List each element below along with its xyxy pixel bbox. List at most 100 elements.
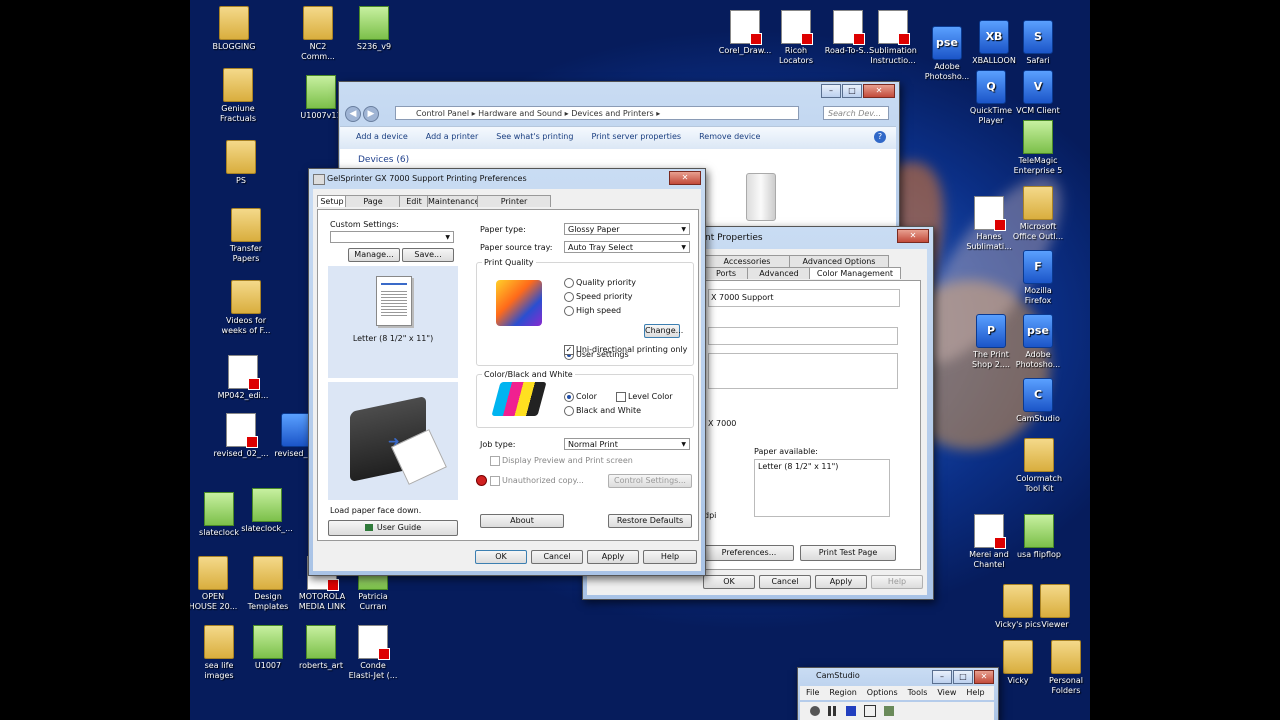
desktop-icon-sublimation-instructio[interactable]: Sublimation Instructio... <box>862 10 924 66</box>
close-icon[interactable]: ✕ <box>974 670 994 684</box>
comment-field[interactable] <box>708 353 898 389</box>
tab-accessories[interactable]: Accessories <box>703 255 791 267</box>
forward-button[interactable]: ▶ <box>363 106 379 122</box>
record-icon[interactable] <box>810 706 820 716</box>
tab-printer-configuration[interactable]: Printer Configuration <box>477 195 551 217</box>
desktop-icon-revised-02[interactable]: revised_02_... <box>210 413 272 459</box>
back-button[interactable]: ◀ <box>345 106 361 122</box>
user-guide-button[interactable]: User Guide <box>328 520 458 536</box>
location-field[interactable] <box>708 327 898 345</box>
printer-device-icon[interactable] <box>746 173 776 221</box>
desktop-icon-videos-for-weeks-of-f[interactable]: Videos for weeks of F... <box>215 280 277 336</box>
tab-setup[interactable]: Setup <box>317 195 347 207</box>
unauthorized-copy-checkbox[interactable] <box>490 476 500 486</box>
props-cancel-button[interactable]: Cancel <box>759 575 811 589</box>
job-type-combo[interactable]: Normal Print ▼ <box>564 438 690 450</box>
camstudio-menu-help[interactable]: Help <box>966 686 984 700</box>
printer-name-field[interactable]: X 7000 Support <box>708 289 900 307</box>
options-icon[interactable] <box>884 706 894 716</box>
minimize-icon[interactable]: – <box>821 84 841 98</box>
quality-radio-quality-priority[interactable] <box>564 278 574 288</box>
props-apply-button[interactable]: Apply <box>815 575 867 589</box>
desktop-icon-geniune-fractuals[interactable]: Geniune Fractuals <box>207 68 269 124</box>
tab-ports[interactable]: Ports <box>703 267 749 279</box>
camstudio-menu-tools[interactable]: Tools <box>908 686 928 700</box>
breadcrumb-item-devices-and-printers[interactable]: Devices and Printers <box>571 109 653 118</box>
color-radio[interactable] <box>564 392 574 402</box>
quality-radio-speed-priority[interactable] <box>564 292 574 302</box>
stop-icon[interactable] <box>846 706 856 716</box>
paper-type-combo[interactable]: Glossy Paper ▼ <box>564 223 690 235</box>
save-button[interactable]: Save... <box>402 248 454 262</box>
breadcrumb-item-control-panel[interactable]: Control Panel <box>416 109 469 118</box>
tab-color-management[interactable]: Color Management <box>809 267 901 279</box>
desktop-icon-camstudio[interactable]: C CamStudio <box>1007 378 1069 424</box>
region-icon[interactable] <box>864 705 876 717</box>
camstudio-menu-options[interactable]: Options <box>867 686 898 700</box>
prefs-help-button[interactable]: Help <box>643 550 697 564</box>
prefs-ok-button[interactable]: OK <box>475 550 527 564</box>
manage-button[interactable]: Manage... <box>348 248 400 262</box>
display-preview-checkbox[interactable] <box>490 456 500 466</box>
camstudio-window[interactable]: CamStudio – □ ✕ File Region Options Tools Vi… <box>797 667 999 720</box>
prefs-apply-button[interactable]: Apply <box>587 550 639 564</box>
desktop-icon-microsoft-office-outl[interactable]: Microsoft Office Outl... <box>1007 186 1069 242</box>
tab-advanced[interactable]: Advanced <box>747 267 811 279</box>
desktop-icon-ps[interactable]: PS <box>210 140 272 186</box>
toolbar-add-a-printer-button[interactable]: Add a printer <box>426 132 478 141</box>
desktop-icon-viewer[interactable]: Viewer <box>1024 584 1086 630</box>
props-ok-button[interactable]: OK <box>703 575 755 589</box>
print-test-page-button[interactable]: Print Test Page <box>800 545 896 561</box>
unidirectional-checkbox[interactable]: ✓ <box>564 345 574 355</box>
desktop-icon-slateclock[interactable]: slateclock_... <box>236 488 298 534</box>
desktop-icon-adobe-photosho[interactable]: pse Adobe Photosho... <box>1007 314 1069 370</box>
paper-source-combo[interactable]: Auto Tray Select ▼ <box>564 241 690 253</box>
about-button[interactable]: About <box>480 514 564 528</box>
desktop-icon-conde-elasti-jet[interactable]: Conde Elasti-Jet (... <box>342 625 404 681</box>
camstudio-menu-region[interactable]: Region <box>829 686 856 700</box>
paper-available-list[interactable]: Letter (8 1/2" x 11") <box>754 459 890 517</box>
desktop-icon-mp042-edi[interactable]: MP042_edi... <box>212 355 274 401</box>
toolbar-print-server-properties-button[interactable]: Print server properties <box>591 132 681 141</box>
address-bar[interactable]: Control Panel ▸ Hardware and Sound ▸ Dev… <box>395 106 799 120</box>
breadcrumb-item-hardware-and-sound[interactable]: Hardware and Sound <box>478 109 562 118</box>
maximize-icon[interactable]: □ <box>953 670 973 684</box>
change-button[interactable]: Change... <box>644 324 683 338</box>
prefs-cancel-button[interactable]: Cancel <box>531 550 583 564</box>
desktop-icon-mozilla-firefox[interactable]: F Mozilla Firefox <box>1007 250 1069 306</box>
close-icon[interactable]: ✕ <box>669 171 701 185</box>
level-color-checkbox[interactable] <box>616 392 626 402</box>
close-icon[interactable]: ✕ <box>897 229 929 243</box>
preferences-button[interactable]: Preferences... <box>704 545 794 561</box>
quality-radio-high-speed[interactable] <box>564 306 574 316</box>
restore-defaults-button[interactable]: Restore Defaults <box>608 514 692 528</box>
desktop-icon-s236-v9[interactable]: S236_v9 <box>343 6 405 52</box>
tab-advanced-options[interactable]: Advanced Options <box>789 255 889 267</box>
desktop-icon-vcm-client[interactable]: V VCM Client <box>1007 70 1069 116</box>
tab-page-settings[interactable]: Page Settings <box>345 195 401 217</box>
desktop-icon-design-templates[interactable]: Design Templates <box>237 556 299 612</box>
printing-preferences-dialog[interactable]: GelSprinter GX 7000 Support Printing Pre… <box>308 168 706 576</box>
desktop-icon-colormatch-tool-kit[interactable]: Colormatch Tool Kit <box>1008 438 1070 494</box>
search-input[interactable]: Search Dev... <box>823 106 889 120</box>
desktop-icon-safari[interactable]: S Safari <box>1007 20 1069 66</box>
tab-maintenance[interactable]: Maintenance <box>427 195 480 207</box>
minimize-icon[interactable]: – <box>932 670 952 684</box>
desktop-icon-blogging[interactable]: BLOGGING <box>203 6 265 52</box>
maximize-icon[interactable]: □ <box>842 84 862 98</box>
paper-available-item[interactable]: Letter (8 1/2" x 11") <box>758 462 838 471</box>
custom-settings-combo[interactable]: ▼ <box>330 231 454 243</box>
close-icon[interactable]: ✕ <box>863 84 895 98</box>
desktop-icon-transfer-papers[interactable]: Transfer Papers <box>215 208 277 264</box>
props-help-button[interactable]: Help <box>871 575 923 589</box>
black-white-radio[interactable] <box>564 406 574 416</box>
toolbar-add-a-device-button[interactable]: Add a device <box>356 132 408 141</box>
desktop-icon-open-house-20[interactable]: OPEN HOUSE 20... <box>190 556 244 612</box>
desktop-icon-telemagic-enterprise-5[interactable]: TeleMagic Enterprise 5 <box>1007 120 1069 176</box>
desktop-icon-usa-flipflop[interactable]: usa flipflop <box>1008 514 1070 560</box>
camstudio-menu-file[interactable]: File <box>806 686 819 700</box>
help-icon[interactable]: ? <box>874 131 886 143</box>
pause-icon[interactable] <box>828 706 838 716</box>
toolbar-see-what-s-printing-button[interactable]: See what's printing <box>496 132 573 141</box>
toolbar-remove-device-button[interactable]: Remove device <box>699 132 760 141</box>
